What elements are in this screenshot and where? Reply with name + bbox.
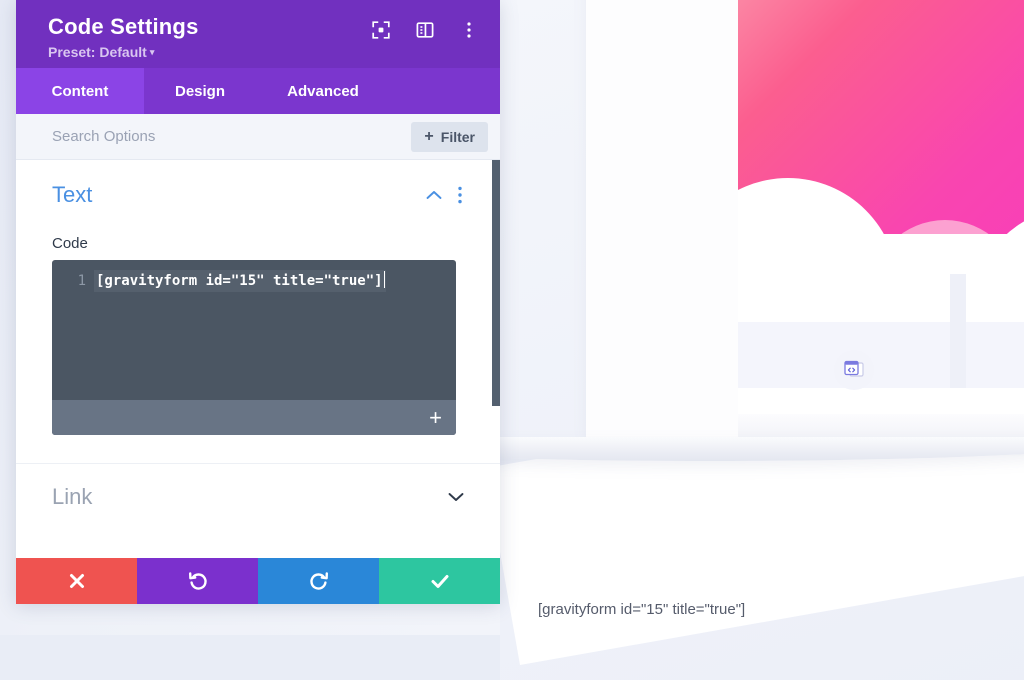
code-module-icon [844,360,864,377]
section-text: Text Code 1 [gravityform id="15" title="… [16,160,500,435]
modal-body: Text Code 1 [gravityform id="15" title="… [16,160,500,604]
preset-selector[interactable]: Preset: Default ▾ [48,44,480,60]
code-line-content[interactable]: [gravityform id="15" title="true"] [94,270,386,292]
redo-icon [309,572,328,590]
section-text-title: Text [52,182,93,207]
section-link-header[interactable]: Link [16,463,500,510]
close-icon [69,574,84,588]
undo-button[interactable] [137,558,258,604]
preset-label: Preset: Default [48,44,147,60]
scrollbar-thumb[interactable] [492,160,500,406]
laptop-mockup-illustration: Ut p [260,0,1024,472]
code-module-icon-badge [834,350,874,390]
plus-icon: + [424,127,434,145]
modal-action-bar [16,558,500,604]
filter-button-label: Filter [440,128,475,145]
section-more-options-icon[interactable] [458,186,462,204]
more-options-icon[interactable] [460,21,478,39]
header-icon-group [372,21,478,39]
undo-icon [188,572,207,590]
chevron-down-icon: ▾ [149,47,155,57]
content-placeholder-column [950,274,966,388]
save-button[interactable] [379,558,500,604]
code-add-button[interactable]: + [429,406,442,429]
cancel-button[interactable] [16,558,137,604]
modal-header: Code Settings Preset: Default ▾ [16,0,500,68]
code-settings-modal: Code Settings Preset: Default▾ Content [16,0,500,604]
scrollbar-track[interactable] [492,160,500,604]
code-field-label: Code [52,235,88,252]
section-text-header-icons [426,186,464,204]
device-screen: Ut p [738,0,1024,414]
focus-icon[interactable] [372,21,390,39]
code-editor[interactable]: 1 [gravityform id="15" title="true"] + [52,260,456,435]
code-editor-footer: + [52,400,456,435]
content-placeholder-block-2 [964,322,1024,388]
layout-panel-icon[interactable] [416,21,434,39]
chevron-up-icon[interactable] [426,190,442,200]
search-bar: + Filter [16,114,500,160]
tab-content[interactable]: Content [16,68,144,114]
text-cursor [383,271,385,288]
code-line: 1 [gravityform id="15" title="true"] [52,270,456,292]
code-line-number: 1 [77,273,86,289]
filter-button[interactable]: + Filter [411,121,488,152]
code-editor-area[interactable]: 1 [gravityform id="15" title="true"] [52,260,456,410]
tab-advanced[interactable]: Advanced [256,68,390,114]
modal-tab-bar: Content Design Advanced [16,68,500,114]
check-icon [431,575,448,588]
search-input[interactable] [52,128,412,145]
section-text-header[interactable]: Text [52,182,464,208]
preview-shortcode-text: [gravityform id="15" title="true"] [538,601,746,618]
code-value: [gravityform id="15" title="true"] [96,273,383,289]
chevron-down-icon[interactable] [448,492,464,502]
tab-design[interactable]: Design [144,68,256,114]
section-link-title: Link [52,484,93,509]
redo-button[interactable] [258,558,379,604]
